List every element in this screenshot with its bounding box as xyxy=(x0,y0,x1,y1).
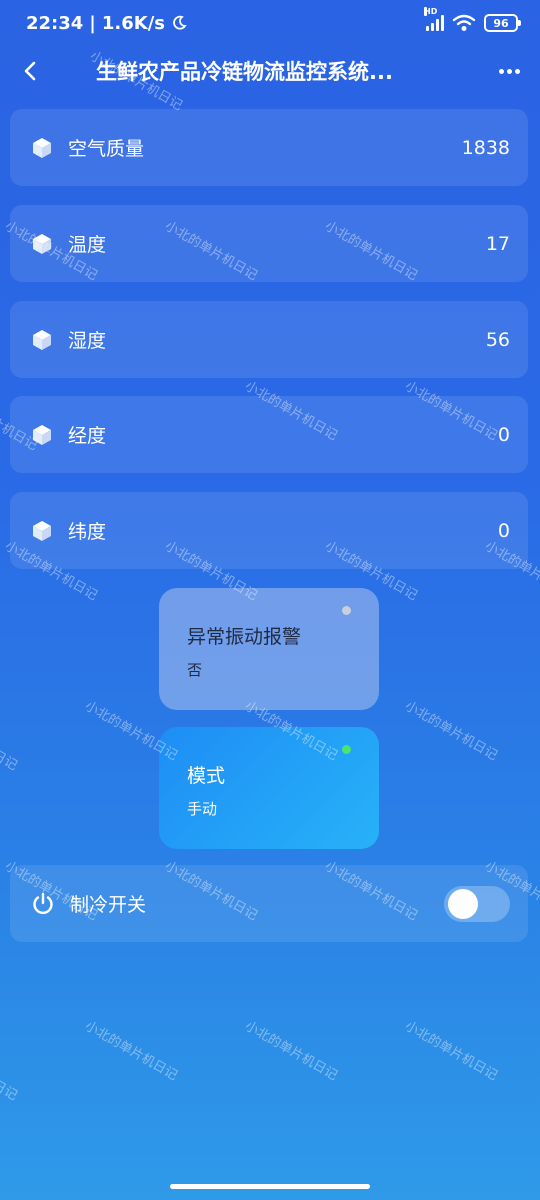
more-dot xyxy=(514,68,520,74)
watermark-text: 小北的单片机日记 xyxy=(242,1018,340,1084)
tile-title: 模式 xyxy=(187,765,226,787)
sensor-value: 0 xyxy=(497,423,510,446)
tile-value: 手动 xyxy=(187,800,218,818)
hd-badge: HD xyxy=(424,7,438,16)
tile-title: 异常振动报警 xyxy=(187,626,302,648)
chevron-left-icon xyxy=(24,61,36,81)
sensor-label: 纬度 xyxy=(68,521,107,543)
cube-icon xyxy=(33,424,51,445)
wifi-icon xyxy=(452,14,476,31)
sensor-label: 空气质量 xyxy=(68,138,145,160)
status-separator: | xyxy=(89,12,96,34)
watermark-text: 小北的单片机日记 xyxy=(402,698,500,764)
more-options-button[interactable] xyxy=(494,56,524,86)
status-left: 22:34 | 1.6K/s xyxy=(26,13,187,34)
sensor-card-latitude[interactable]: 纬度 0 xyxy=(10,492,528,569)
mode-tile[interactable]: 模式 手动 xyxy=(159,727,379,849)
sensor-value: 17 xyxy=(485,232,510,255)
cooling-switch-row: 制冷开关 xyxy=(10,865,528,942)
signal-icon: HD xyxy=(424,7,444,31)
more-dot xyxy=(498,68,504,74)
cube-icon xyxy=(33,329,51,350)
sensor-card-humidity[interactable]: 湿度 56 xyxy=(10,301,528,378)
sensor-card-longitude[interactable]: 经度 0 xyxy=(10,396,528,473)
status-dot xyxy=(342,606,351,615)
title-bar: 生鲜农产品冷链物流监控系统... xyxy=(0,46,540,96)
sensor-value: 0 xyxy=(497,519,510,542)
sensor-label: 湿度 xyxy=(68,330,107,352)
vibration-alarm-tile[interactable]: 异常振动报警 否 xyxy=(159,588,379,710)
battery-level: 96 xyxy=(493,16,509,30)
sensor-label: 经度 xyxy=(68,425,107,447)
sensor-card-air-quality[interactable]: 空气质量 1838 xyxy=(10,109,528,186)
page-title: 生鲜农产品冷链物流监控系统... xyxy=(96,60,393,84)
home-indicator[interactable] xyxy=(170,1184,370,1189)
power-icon xyxy=(33,892,53,914)
cooling-toggle[interactable] xyxy=(444,885,510,922)
watermark-text: 小北的单片机日记 xyxy=(402,1018,500,1084)
more-dot xyxy=(506,68,512,74)
sensor-label: 温度 xyxy=(68,234,107,256)
moon-icon xyxy=(173,15,187,30)
watermark-text: 小北的单片机日记 xyxy=(0,708,20,774)
sensor-value: 56 xyxy=(485,328,510,351)
cube-icon xyxy=(33,137,51,158)
switch-label: 制冷开关 xyxy=(70,894,147,916)
back-button[interactable] xyxy=(16,54,46,88)
toggle-knob xyxy=(448,888,478,919)
status-bar: 22:34 | 1.6K/s HD 96 xyxy=(0,0,540,46)
sensor-card-temperature[interactable]: 温度 17 xyxy=(10,205,528,282)
status-dot xyxy=(342,745,351,754)
network-speed: 1.6K/s xyxy=(101,12,165,34)
status-right: HD 96 xyxy=(424,7,521,32)
watermark-text: 小北的单片机日记 xyxy=(82,1018,180,1084)
cube-icon xyxy=(33,520,51,541)
watermark-text: 小北的单片机日记 xyxy=(0,1038,20,1104)
battery-icon: 96 xyxy=(484,14,521,32)
status-time: 22:34 xyxy=(26,12,84,34)
cube-icon xyxy=(33,233,51,254)
sensor-value: 1838 xyxy=(461,136,510,159)
tile-value: 否 xyxy=(187,661,203,679)
